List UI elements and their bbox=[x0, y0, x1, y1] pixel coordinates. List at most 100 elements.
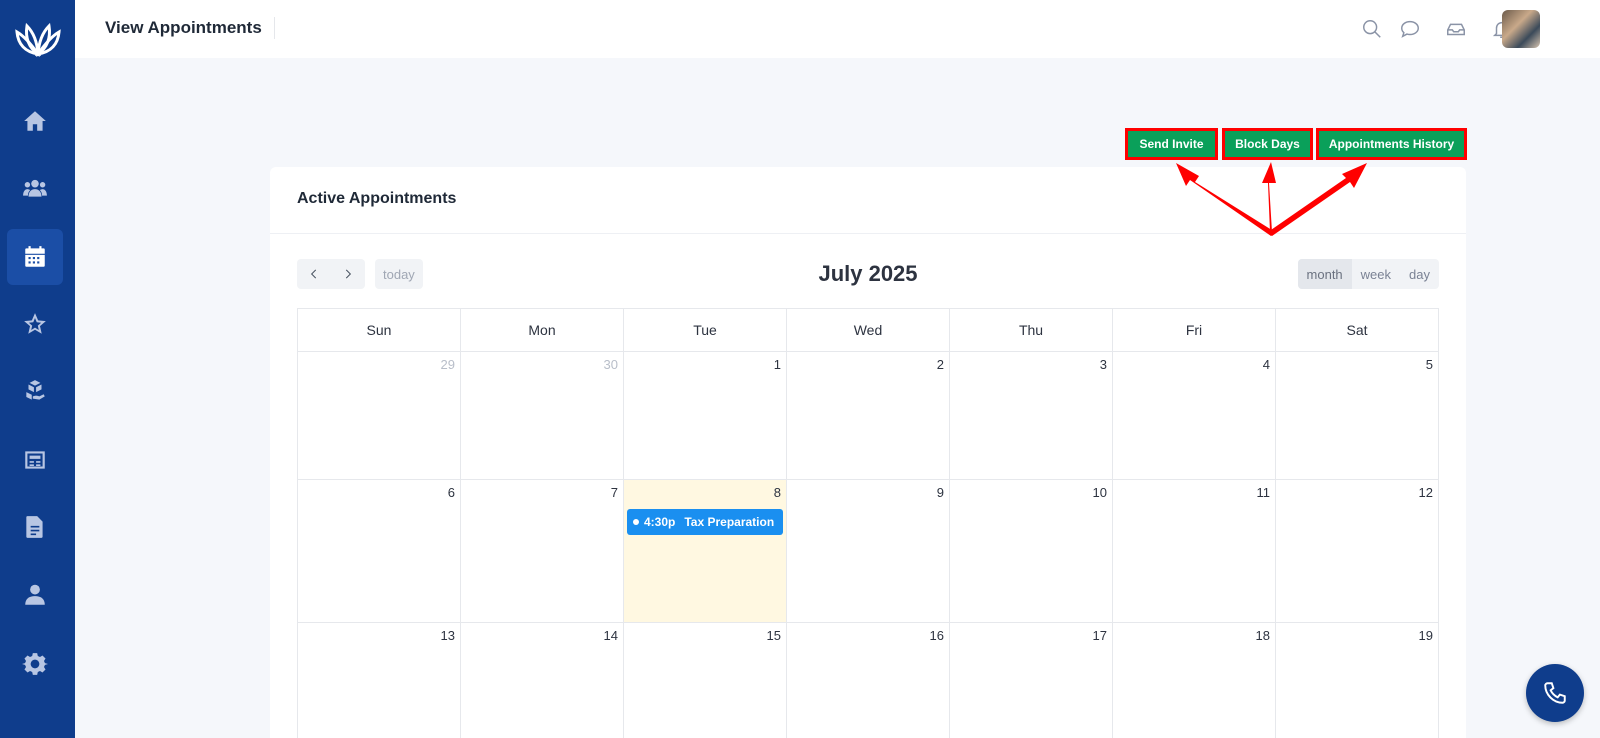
calendar-grid: Sun Mon Tue Wed Thu Fri Sat 29 30 1 2 3 … bbox=[297, 308, 1439, 738]
send-invite-label: Send Invite bbox=[1139, 137, 1204, 151]
day-number: 30 bbox=[603, 357, 618, 372]
day-cell[interactable]: 6 bbox=[298, 480, 461, 622]
day-number: 1 bbox=[773, 357, 781, 372]
weekday-header: Mon bbox=[461, 309, 624, 351]
appointments-history-button[interactable]: Appointments History bbox=[1316, 128, 1467, 160]
day-cell[interactable]: 10 bbox=[950, 480, 1113, 622]
top-header: View Appointments 14 bbox=[75, 0, 1600, 58]
gear-icon bbox=[22, 653, 48, 675]
weekday-header: Tue bbox=[624, 309, 787, 351]
search-button[interactable] bbox=[1359, 16, 1385, 42]
day-cell[interactable]: 14 bbox=[461, 623, 624, 738]
sidebar-item-clients[interactable] bbox=[7, 160, 63, 216]
newspaper-icon bbox=[25, 451, 45, 469]
sidebar-item-appointments[interactable] bbox=[7, 229, 63, 285]
home-icon bbox=[24, 111, 46, 131]
weekday-header: Thu bbox=[950, 309, 1113, 351]
view-day-button[interactable]: day bbox=[1400, 259, 1439, 289]
users-icon bbox=[23, 179, 47, 197]
calendar-title: July 2025 bbox=[818, 261, 918, 286]
sidebar-item-documents[interactable] bbox=[7, 499, 63, 555]
boxes-icon bbox=[26, 380, 45, 400]
event-title: Tax Preparation bbox=[684, 515, 775, 529]
calendar-week: 13 14 15 16 17 18 19 bbox=[298, 623, 1438, 738]
day-cell[interactable]: 30 bbox=[461, 352, 624, 479]
appointment-event[interactable]: 4:30p Tax Preparation bbox=[627, 509, 783, 535]
block-days-button[interactable]: Block Days bbox=[1222, 128, 1313, 160]
inbox-icon bbox=[1447, 23, 1465, 36]
day-number: 4 bbox=[1262, 357, 1270, 372]
day-number: 17 bbox=[1092, 628, 1107, 643]
day-cell[interactable]: 7 bbox=[461, 480, 624, 622]
avatar[interactable] bbox=[1502, 10, 1540, 48]
calendar-week: 29 30 1 2 3 4 5 bbox=[298, 352, 1438, 480]
day-cell[interactable]: 4 bbox=[1113, 352, 1276, 479]
day-cell[interactable]: 17 bbox=[950, 623, 1113, 738]
day-cell[interactable]: 2 bbox=[787, 352, 950, 479]
lotus-logo-icon bbox=[14, 22, 61, 57]
day-cell[interactable]: 18 bbox=[1113, 623, 1276, 738]
inbox-button[interactable] bbox=[1443, 16, 1469, 42]
view-switcher: month week day bbox=[1297, 259, 1439, 289]
day-number: 2 bbox=[936, 357, 944, 372]
page-title: View Appointments bbox=[105, 17, 275, 39]
weekday-header-row: Sun Mon Tue Wed Thu Fri Sat bbox=[298, 309, 1438, 352]
day-cell[interactable]: 29 bbox=[298, 352, 461, 479]
day-cell[interactable]: 19 bbox=[1276, 623, 1438, 738]
day-cell[interactable]: 16 bbox=[787, 623, 950, 738]
day-number: 7 bbox=[610, 485, 618, 500]
day-number: 8 bbox=[773, 485, 781, 500]
sidebar-item-reviews[interactable] bbox=[7, 296, 63, 352]
user-icon bbox=[25, 584, 45, 605]
calendar-week: 6 7 8 4:30p Tax Preparation 9 10 11 12 bbox=[298, 480, 1438, 623]
sidebar-item-home[interactable] bbox=[7, 93, 63, 149]
day-cell[interactable]: 13 bbox=[298, 623, 461, 738]
document-icon bbox=[26, 516, 43, 538]
day-cell[interactable]: 9 bbox=[787, 480, 950, 622]
appointments-history-label: Appointments History bbox=[1328, 137, 1455, 151]
day-number: 6 bbox=[447, 485, 455, 500]
sidebar-item-newsletter[interactable] bbox=[7, 432, 63, 488]
day-number: 9 bbox=[936, 485, 944, 500]
weekday-header: Sun bbox=[298, 309, 461, 351]
day-cell[interactable]: 12 bbox=[1276, 480, 1438, 622]
send-invite-button[interactable]: Send Invite bbox=[1125, 128, 1218, 160]
day-number: 19 bbox=[1418, 628, 1433, 643]
view-week-button[interactable]: week bbox=[1352, 259, 1400, 289]
sidebar-item-settings[interactable] bbox=[7, 636, 63, 692]
logo[interactable] bbox=[0, 0, 75, 75]
day-cell[interactable]: 3 bbox=[950, 352, 1113, 479]
star-icon bbox=[24, 313, 46, 334]
card-divider bbox=[270, 233, 1466, 234]
call-button[interactable] bbox=[1526, 664, 1584, 722]
calendar-icon bbox=[25, 246, 45, 267]
day-cell-today[interactable]: 8 4:30p Tax Preparation bbox=[624, 480, 787, 622]
day-number: 10 bbox=[1092, 485, 1107, 500]
sidebar-item-services[interactable] bbox=[7, 363, 63, 419]
sidebar bbox=[0, 0, 75, 738]
day-number: 5 bbox=[1425, 357, 1433, 372]
day-cell[interactable]: 5 bbox=[1276, 352, 1438, 479]
sidebar-item-profile[interactable] bbox=[7, 567, 63, 623]
chat-icon bbox=[1401, 20, 1419, 38]
messages-button[interactable] bbox=[1397, 16, 1423, 42]
block-days-label: Block Days bbox=[1235, 137, 1300, 151]
day-number: 14 bbox=[603, 628, 618, 643]
day-cell[interactable]: 11 bbox=[1113, 480, 1276, 622]
weekday-header: Fri bbox=[1113, 309, 1276, 351]
phone-icon bbox=[1544, 682, 1566, 704]
search-icon bbox=[1363, 20, 1381, 38]
day-number: 12 bbox=[1418, 485, 1433, 500]
day-number: 15 bbox=[766, 628, 781, 643]
event-dot bbox=[633, 519, 639, 525]
day-number: 16 bbox=[929, 628, 944, 643]
day-number: 29 bbox=[440, 357, 455, 372]
day-number: 13 bbox=[440, 628, 455, 643]
day-cell[interactable]: 1 bbox=[624, 352, 787, 479]
day-number: 18 bbox=[1255, 628, 1270, 643]
appointments-card: Active Appointments today July 2025 mont… bbox=[270, 167, 1466, 738]
day-cell[interactable]: 15 bbox=[624, 623, 787, 738]
card-title: Active Appointments bbox=[297, 190, 457, 207]
view-month-button[interactable]: month bbox=[1297, 259, 1352, 289]
weekday-header: Sat bbox=[1346, 322, 1368, 338]
